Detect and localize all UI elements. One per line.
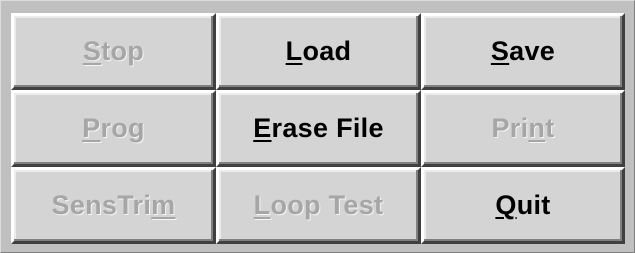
save-button[interactable]: Save xyxy=(421,13,625,90)
print-label: Print xyxy=(491,113,555,143)
stop-label: Stop xyxy=(82,36,145,66)
button-panel: Stop Load Save Prog Erase File Print Sen… xyxy=(0,0,635,253)
load-label: Load xyxy=(285,36,352,66)
stop-button[interactable]: Stop xyxy=(11,13,216,90)
prog-label: Prog xyxy=(82,113,145,143)
quit-label: Quit xyxy=(495,190,551,220)
senstrim-label: SensTrim xyxy=(51,190,176,220)
prog-button[interactable]: Prog xyxy=(11,90,216,167)
quit-button[interactable]: Quit xyxy=(421,167,625,244)
erase-file-label: Erase File xyxy=(253,113,384,143)
button-grid: Stop Load Save Prog Erase File Print Sen… xyxy=(11,13,625,244)
save-label: Save xyxy=(490,36,556,66)
erase-file-button[interactable]: Erase File xyxy=(216,90,421,167)
loop-test-label: Loop Test xyxy=(253,190,384,220)
load-button[interactable]: Load xyxy=(216,13,421,90)
loop-test-button[interactable]: Loop Test xyxy=(216,167,421,244)
print-button[interactable]: Print xyxy=(421,90,625,167)
senstrim-button[interactable]: SensTrim xyxy=(11,167,216,244)
